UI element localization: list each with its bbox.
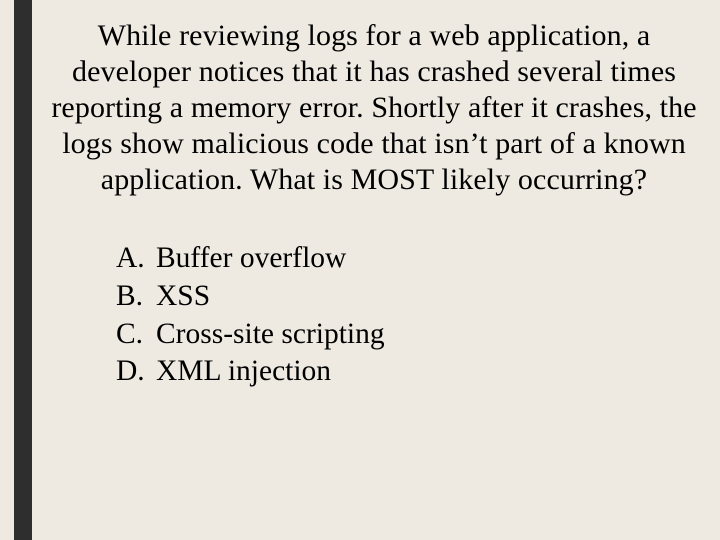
option-marker-b: B.: [116, 278, 156, 316]
option-text-a: Buffer overflow: [156, 240, 346, 278]
list-item: C. Cross-site scripting: [116, 316, 700, 354]
list-item: D. XML injection: [116, 353, 700, 391]
slide-content: While reviewing logs for a web applicati…: [48, 18, 700, 391]
question-text: While reviewing logs for a web applicati…: [48, 18, 700, 198]
option-text-d: XML injection: [156, 353, 331, 391]
option-marker-d: D.: [116, 353, 156, 391]
accent-bar: [14, 0, 32, 540]
option-marker-a: A.: [116, 240, 156, 278]
option-text-c: Cross-site scripting: [156, 316, 385, 354]
slide: While reviewing logs for a web applicati…: [0, 0, 720, 540]
options-list: A. Buffer overflow B. XSS C. Cross-site …: [116, 240, 700, 391]
option-text-b: XSS: [156, 278, 210, 316]
option-marker-c: C.: [116, 316, 156, 354]
list-item: B. XSS: [116, 278, 700, 316]
list-item: A. Buffer overflow: [116, 240, 700, 278]
